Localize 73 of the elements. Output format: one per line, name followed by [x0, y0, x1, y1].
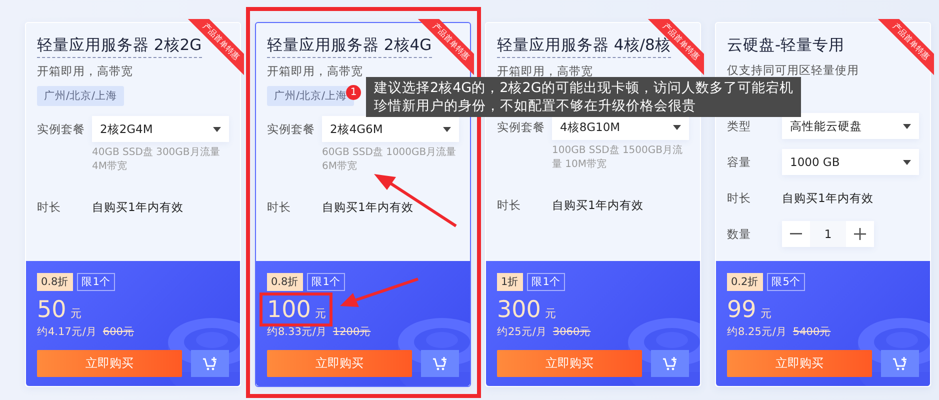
- cart-icon: [662, 356, 678, 370]
- cart-button[interactable]: [421, 350, 459, 377]
- caret-icon: [903, 124, 911, 128]
- caret-icon: [903, 160, 911, 164]
- tooltip-text: 建议选择2核4G的，2核2G的可能出现卡顿，访问人数多了可能宕机: [374, 79, 794, 97]
- quantity-field[interactable]: 1: [810, 221, 846, 247]
- card-subtitle: 开箱即用，高带宽: [497, 64, 594, 79]
- limit-tag: 限5个: [766, 273, 806, 291]
- monthly-price: 约8.33元/月: [267, 325, 327, 339]
- card-title: 轻量应用服务器 2核2G: [37, 35, 202, 58]
- monthly-price: 约8.25元/月: [727, 325, 787, 339]
- field-label: 类型: [727, 118, 752, 134]
- field-value: 自购买1年内有效: [782, 190, 874, 207]
- original-price: 1200元: [332, 325, 371, 339]
- select-field[interactable]: 高性能云硬盘: [782, 113, 919, 139]
- cart-button[interactable]: [651, 350, 689, 377]
- field-label: 实例套餐: [37, 122, 86, 136]
- price: 99: [727, 297, 756, 323]
- select-field[interactable]: 2核4G6M: [322, 116, 459, 142]
- discount-tag: 1折: [497, 273, 523, 291]
- spec-note: 40GB SSD盘 300GB月流量 4M带宽: [92, 146, 221, 174]
- cart-button[interactable]: [881, 350, 919, 377]
- field-value: 自购买1年内有效: [92, 199, 184, 216]
- field-label: 实例套餐: [497, 120, 546, 134]
- field-label: 数量: [727, 226, 752, 242]
- select-field[interactable]: 2核2G4M: [92, 116, 229, 142]
- discount-tag: 0.8折: [37, 273, 73, 291]
- field-label: 时长: [727, 190, 752, 206]
- price-unit: 元: [314, 306, 326, 321]
- price: 100: [267, 297, 311, 323]
- original-price: 600元: [102, 325, 134, 339]
- cart-icon: [202, 356, 218, 370]
- field-value: 自购买1年内有效: [322, 199, 414, 216]
- card-title: 云硬盘-轻量专用: [727, 35, 845, 56]
- caret-icon: [673, 124, 681, 130]
- monthly-price: 约4.17元/月: [37, 325, 97, 339]
- original-price: 3060元: [552, 325, 591, 339]
- field-label: 时长: [497, 198, 522, 212]
- minus-button[interactable]: [782, 221, 810, 247]
- field-label: 时长: [37, 200, 62, 214]
- price-unit: 元: [760, 306, 772, 321]
- discount-tag: 0.2折: [727, 273, 763, 291]
- cart-icon: [892, 356, 908, 370]
- caret-icon: [443, 126, 451, 132]
- field-label: 实例套餐: [267, 122, 316, 136]
- field-value: 自购买1年内有效: [552, 197, 644, 214]
- price: 50: [37, 297, 66, 323]
- card-subtitle: 仅支持同可用区轻量使用: [727, 63, 860, 78]
- region-tag: 广州/北京/上海: [37, 86, 124, 106]
- monthly-price: 约25元/月: [497, 325, 547, 339]
- caret-icon: [213, 126, 221, 132]
- limit-tag: 限1个: [526, 273, 566, 291]
- original-price: 5400元: [792, 325, 831, 339]
- limit-tag: 限1个: [76, 273, 116, 291]
- price-unit: 元: [544, 306, 556, 321]
- card-subtitle: 开箱即用，高带宽: [37, 64, 134, 79]
- plus-button[interactable]: [846, 221, 874, 247]
- discount-tag: 0.8折: [267, 273, 303, 291]
- select-field[interactable]: 1000 GB: [782, 149, 919, 175]
- minus-icon: [790, 233, 802, 235]
- tooltip-text: 珍惜新用户的身份，不如配置不够在升级价格会很贵: [374, 97, 697, 115]
- price-unit: 元: [70, 306, 82, 321]
- field-label: 容量: [727, 154, 752, 170]
- field-label: 时长: [267, 200, 292, 214]
- plus-icon: [854, 228, 866, 240]
- cart-button[interactable]: [191, 350, 229, 377]
- card-title: 轻量应用服务器 2核4G: [267, 35, 432, 58]
- price: 300: [497, 297, 541, 323]
- spec-note: 100GB SSD盘 1500GB月流量 10M带宽: [552, 144, 684, 172]
- cart-icon: [432, 356, 448, 370]
- spec-note: 60GB SSD盘 1000GB月流量 6M带宽: [322, 146, 458, 174]
- limit-tag: 限1个: [306, 273, 346, 291]
- card-subtitle: 开箱即用，高带宽: [267, 64, 364, 79]
